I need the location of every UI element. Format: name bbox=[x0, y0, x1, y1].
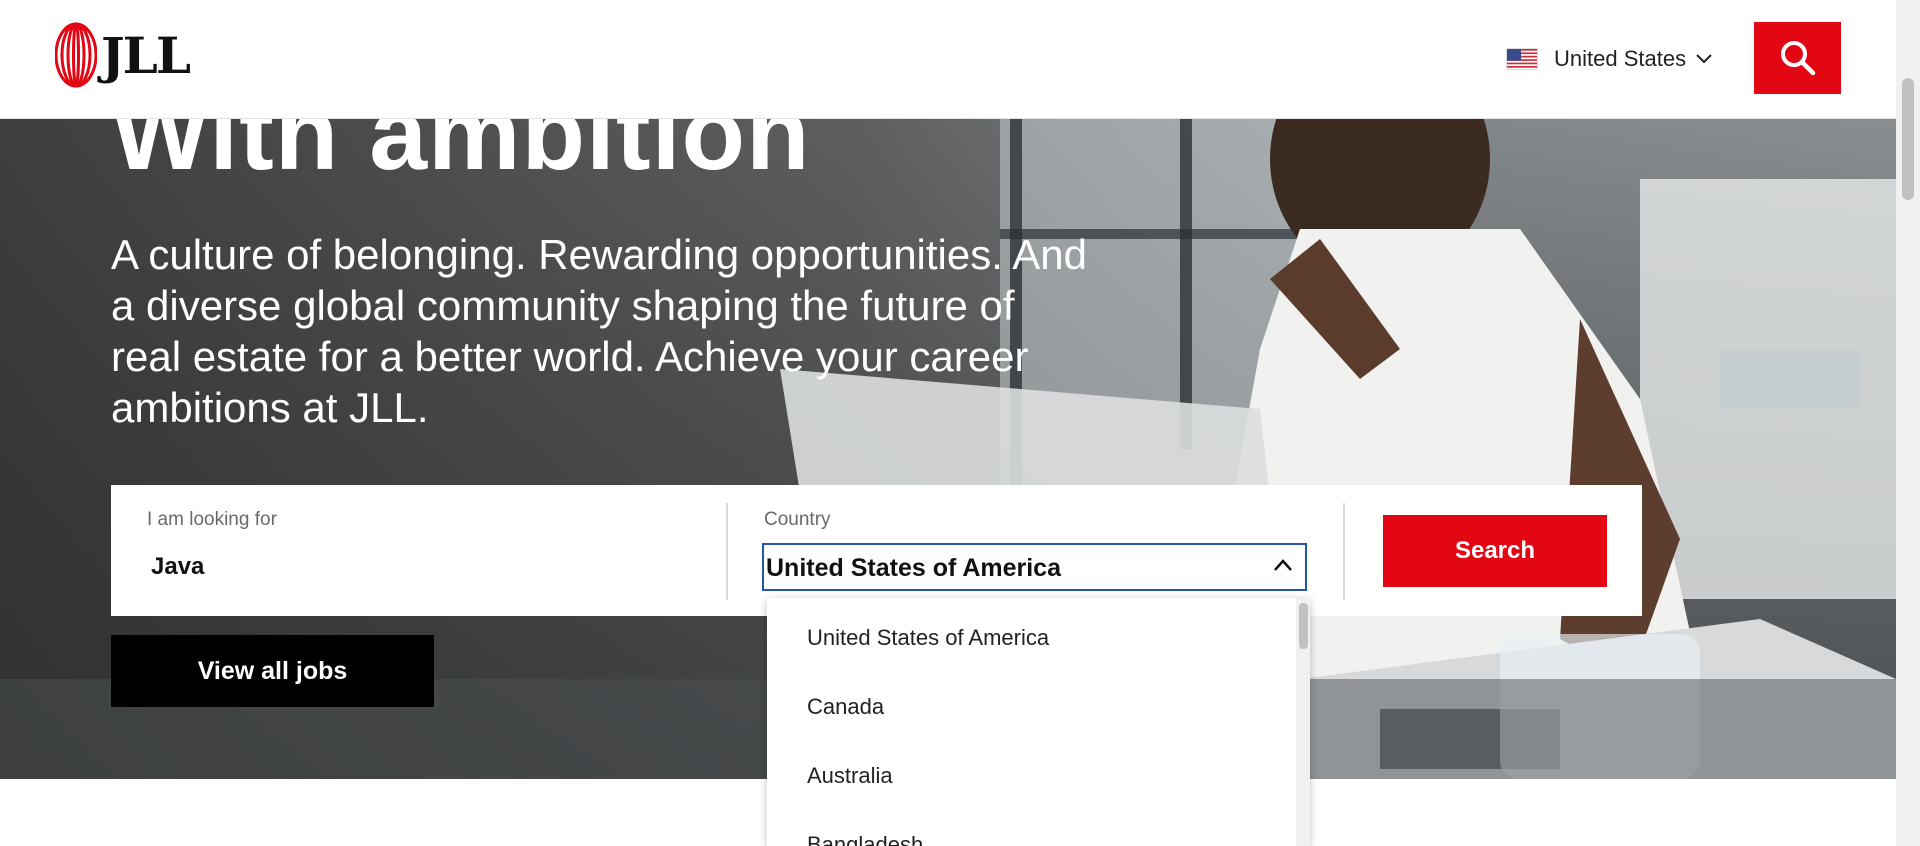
dropdown-option[interactable]: Canada bbox=[767, 672, 1310, 741]
chevron-down-icon bbox=[1696, 54, 1712, 64]
dropdown-option[interactable]: Bangladesh bbox=[767, 810, 1310, 846]
view-all-jobs-button[interactable]: View all jobs bbox=[111, 635, 434, 707]
page-scrollbar[interactable] bbox=[1896, 0, 1920, 846]
dropdown-option[interactable]: United States of America bbox=[767, 603, 1310, 672]
logo-text: JLL bbox=[101, 25, 191, 85]
dropdown-scroll-thumb[interactable] bbox=[1299, 603, 1308, 649]
job-search-bar: I am looking for Java Country United Sta… bbox=[111, 485, 1642, 616]
keyword-input[interactable]: Java bbox=[151, 553, 204, 581]
site-header: JLL United States bbox=[0, 0, 1896, 119]
country-field-label: Country bbox=[764, 509, 831, 530]
dropdown-scrollbar[interactable] bbox=[1296, 598, 1310, 846]
country-select[interactable]: United States of America bbox=[762, 543, 1307, 591]
dropdown-option[interactable]: Australia bbox=[767, 741, 1310, 810]
jll-logo[interactable]: JLL bbox=[55, 22, 191, 88]
country-select-value: United States of America bbox=[766, 554, 1061, 582]
jll-logo-icon bbox=[55, 22, 97, 88]
hero-description: A culture of belonging. Rewarding opport… bbox=[111, 231, 1087, 431]
divider bbox=[726, 503, 728, 600]
country-dropdown-list: United States of America Canada Australi… bbox=[767, 598, 1310, 846]
header-search-button[interactable] bbox=[1754, 22, 1841, 94]
country-selector[interactable]: United States bbox=[1506, 42, 1712, 76]
search-button[interactable]: Search bbox=[1383, 515, 1607, 587]
keyword-label: I am looking for bbox=[147, 509, 277, 530]
us-flag-icon bbox=[1506, 48, 1538, 70]
chevron-up-icon bbox=[1274, 559, 1292, 571]
page-scroll-thumb[interactable] bbox=[1902, 78, 1914, 200]
search-icon bbox=[1780, 41, 1815, 76]
divider bbox=[1343, 503, 1345, 600]
hero-title: With ambition bbox=[111, 119, 811, 192]
country-selector-label: United States bbox=[1554, 46, 1687, 71]
